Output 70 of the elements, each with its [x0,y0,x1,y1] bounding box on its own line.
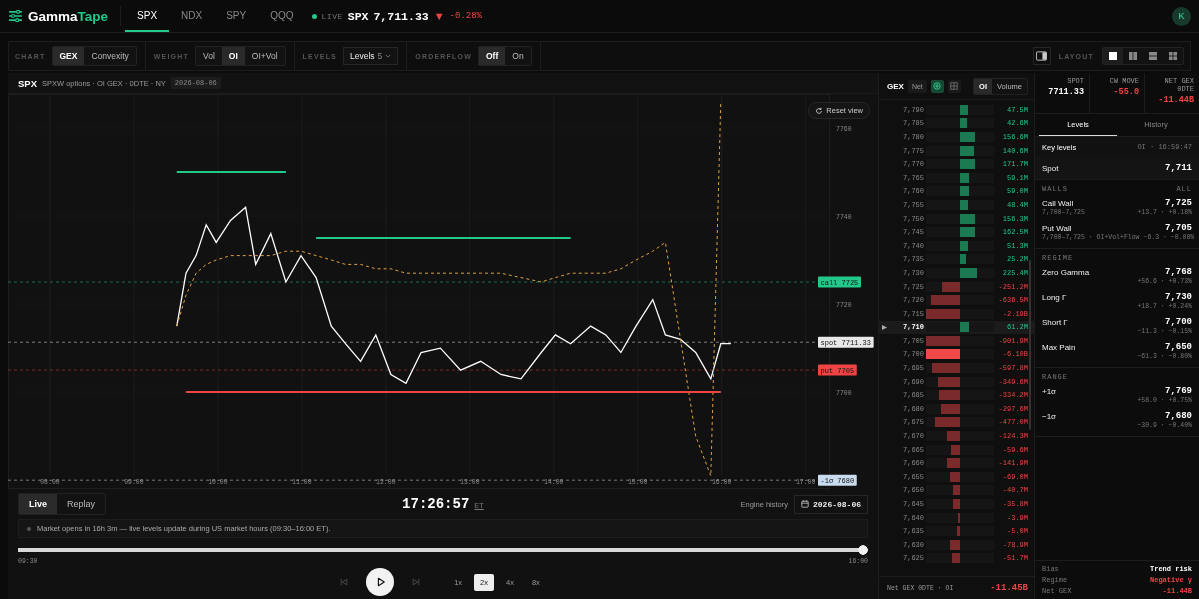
level-value: 7,730 [1165,292,1192,302]
panel-toggle[interactable] [1032,47,1051,65]
mode-tab[interactable]: Live [19,494,57,514]
segment-option[interactable]: OI+Vol [244,47,285,65]
stat-value: 7711.33 [1048,87,1084,97]
layout-option[interactable] [1103,48,1123,64]
calendar-icon [801,500,809,508]
ticker-symbol: SPX [347,9,369,23]
level-value: 7,725 [1165,198,1192,208]
level-value: 7,680 [1165,411,1192,421]
live-dot [311,13,317,19]
symbol-tab[interactable]: NDX [169,0,215,32]
rows-layout-icon [1149,52,1157,60]
stat-value: -55.0 [1113,87,1139,97]
pointer-icon [881,324,887,330]
date-picker[interactable]: 2026-08-06 [794,494,868,514]
grid-toggle[interactable] [947,79,961,93]
single-pane-icon [1109,52,1117,60]
live-label: LIVE [321,11,343,21]
down-arrow: ▼ [433,10,445,22]
ticker-change: -0.28% [449,11,482,21]
level-name: Short Γ [1042,317,1068,327]
symbol-tab[interactable]: QQQ [258,0,306,32]
level-value: 7,705 [1165,223,1192,233]
symbol-tab[interactable]: SPY [214,0,259,32]
segment-option[interactable]: GEX [52,47,85,65]
level-name: Max Pain [1042,342,1076,352]
level-name: Spot [1042,163,1059,173]
skip-back-icon [340,578,349,586]
chart-symbol: SPX [18,77,37,89]
chevron-icon [385,54,392,58]
net-gex-total: -11.45B [990,583,1028,593]
level-name: Long Γ [1042,292,1067,302]
level-value: 7,768 [1165,267,1192,277]
level-value: 7,700 [1165,317,1192,327]
logo-icon [8,10,23,22]
level-value: 7,650 [1165,342,1192,352]
columns-layout-icon [1129,52,1137,60]
user-avatar[interactable]: K [1172,6,1191,26]
scrollbar[interactable] [1029,260,1031,430]
slider-fill[interactable] [18,545,868,555]
segment-option[interactable]: Off [479,47,506,65]
level-name: +1σ [1042,386,1057,396]
play-button[interactable] [366,568,395,596]
segment-option[interactable]: Convexity [84,47,136,65]
skip-forward-icon [412,578,421,586]
symbol-tab[interactable]: SPX [125,0,170,32]
levels-dropdown[interactable]: Levels 5 [343,47,399,65]
segment-option[interactable]: OI [221,47,245,65]
status-dot [27,526,31,531]
crosshair-toggle[interactable] [930,79,944,93]
level-name: −1σ [1042,411,1057,421]
level-value: 7,769 [1165,386,1192,396]
level-name: Call Wall [1042,198,1074,208]
clock-time: 17:26:57 [402,496,470,512]
mode-tab[interactable]: Replay [57,494,106,514]
segment-option[interactable]: Vol [196,47,222,65]
refresh-icon [815,106,824,115]
ladder-title: GEX [887,81,904,91]
logo-wordmark: GammaTape [28,8,109,24]
grid-icon [950,82,959,90]
crosshair-icon [933,82,942,90]
segment-option[interactable]: On [505,47,531,65]
sidebar-icon [1036,51,1048,61]
ticker-price: 7,711.33 [373,9,429,23]
stat-value: -11.44B [1158,95,1194,105]
level-name: Zero Gamma [1042,267,1090,277]
grid-layout-icon [1169,52,1177,60]
level-name: Put Wall [1042,223,1072,233]
level-value: 7,711 [1165,163,1192,173]
